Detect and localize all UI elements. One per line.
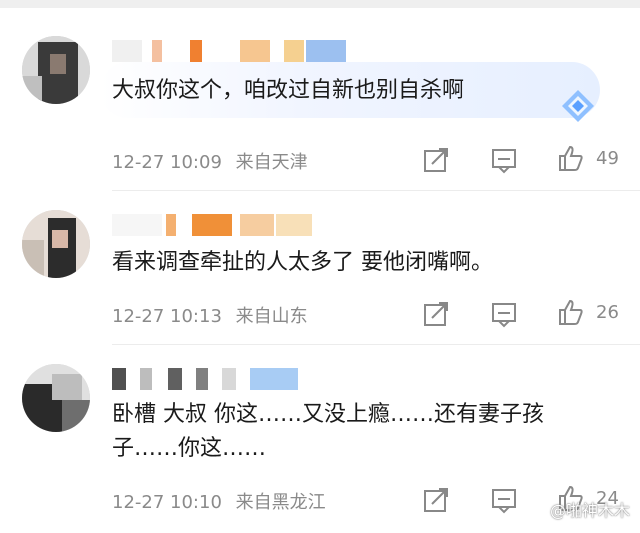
share-icon[interactable]: [422, 486, 450, 514]
username-redacted[interactable]: [112, 40, 352, 62]
comment-text: 大叔你这个，咱改过自新也别自杀啊: [112, 78, 465, 103]
comment-meta: 12-27 10:10 来自黑龙江: [112, 488, 334, 514]
comment-location: 来自山东: [235, 306, 308, 327]
share-icon[interactable]: [422, 146, 450, 174]
comment-icon[interactable]: [490, 486, 518, 514]
comment-icon[interactable]: [490, 300, 518, 328]
diamond-badge-icon: [562, 90, 594, 122]
comment-meta: 12-27 10:13 来自山东: [112, 302, 316, 328]
avatar[interactable]: [22, 364, 90, 432]
like-count: 49: [596, 148, 619, 169]
like-count: 26: [596, 302, 619, 323]
comment-date: 12-27 10:10: [112, 492, 222, 513]
avatar[interactable]: [22, 210, 90, 278]
share-icon[interactable]: [422, 300, 450, 328]
thumbs-up-icon[interactable]: [556, 298, 584, 326]
comment-text: 看来调查牵扯的人太多了 要他闭嘴啊。: [112, 250, 493, 275]
divider: [112, 344, 640, 345]
top-divider: [0, 0, 640, 8]
username-redacted[interactable]: [112, 214, 332, 236]
comment-date: 12-27 10:09: [112, 152, 222, 173]
comment-text: 卧槽 大叔 你这……又没上瘾……还有妻子孩 子……你这……: [112, 402, 544, 461]
comment-location: 来自黑龙江: [235, 492, 326, 513]
comment-location: 来自天津: [235, 152, 308, 173]
watermark: @啪神木木: [549, 501, 630, 520]
divider: [112, 190, 640, 191]
avatar[interactable]: [22, 36, 90, 104]
comment-meta: 12-27 10:09 来自天津: [112, 148, 316, 174]
comment-icon[interactable]: [490, 146, 518, 174]
comment-date: 12-27 10:13: [112, 306, 222, 327]
thumbs-up-icon[interactable]: [556, 144, 584, 172]
username-redacted[interactable]: [112, 368, 312, 390]
